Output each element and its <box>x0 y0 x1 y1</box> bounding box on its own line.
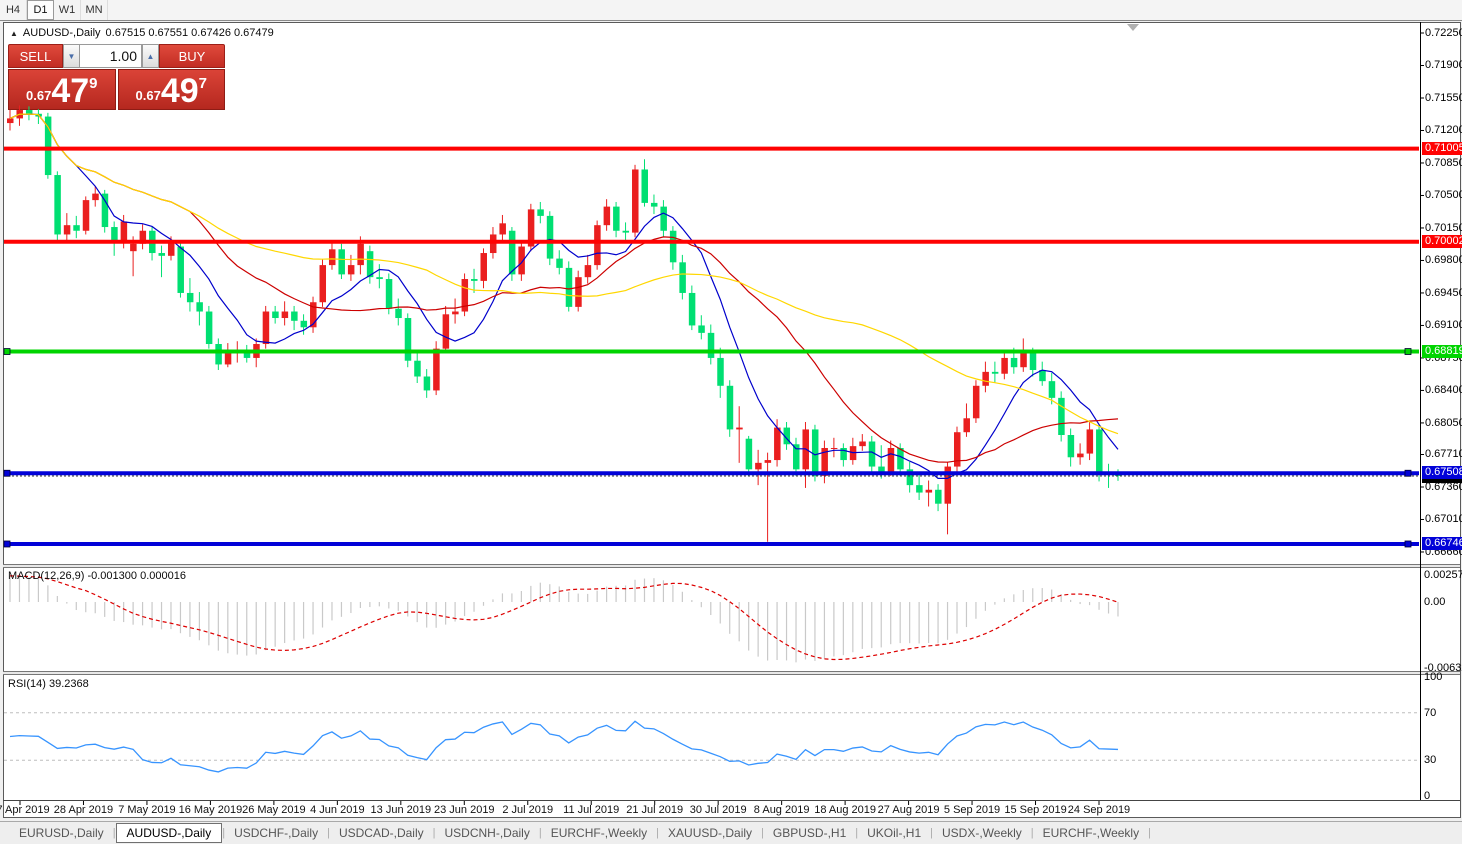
buy-button[interactable]: BUY <box>159 44 225 68</box>
date-axis-label: 24 Sep 2019 <box>1068 804 1130 816</box>
chart-tab-bar: EURUSD-,Daily|AUDUSD-,Daily|USDCHF-,Dail… <box>0 821 1462 844</box>
chart-tab-audusd-daily[interactable]: AUDUSD-,Daily <box>116 823 223 843</box>
price-axis-divider <box>1420 22 1421 800</box>
volume-input[interactable] <box>80 44 142 68</box>
rsi-axis-label: 70 <box>1424 707 1436 719</box>
chart-symbol-label: AUDUSD-,Daily <box>23 27 101 39</box>
price-axis-tick-label: 0.68400 <box>1425 384 1462 396</box>
level-price-label-0.70002: 0.70002 <box>1422 235 1462 248</box>
date-axis-label: 17 Apr 2019 <box>0 804 50 816</box>
date-axis-label: 26 May 2019 <box>242 804 306 816</box>
price-axis-tick-label: 0.71550 <box>1425 92 1462 104</box>
trading-platform-window: H4D1W1MN ▲ AUDUSD-,Daily 0.67515 0.67551… <box>0 0 1462 844</box>
sell-price-pip: 9 <box>89 75 97 92</box>
chart-ohlc-values: 0.67515 0.67551 0.67426 0.67479 <box>106 27 274 39</box>
date-axis-label: 18 Aug 2019 <box>814 804 876 816</box>
chart-tab-eurchf-weekly[interactable]: EURCHF-,Weekly <box>542 824 656 842</box>
price-axis-tick-label: 0.68050 <box>1425 417 1462 429</box>
date-axis-label: 7 May 2019 <box>118 804 175 816</box>
one-click-trade-panel: SELL ▼ ▲ BUY 0.67 47 9 0.67 49 7 <box>8 44 225 110</box>
date-axis-label: 28 Apr 2019 <box>54 804 113 816</box>
macd-axis-label: 0.00 <box>1424 596 1445 608</box>
date-axis-label: 27 Aug 2019 <box>878 804 940 816</box>
level-price-label-0.68819: 0.68819 <box>1422 345 1462 358</box>
date-axis-label: 21 Jul 2019 <box>626 804 683 816</box>
buy-price-prefix: 0.67 <box>136 88 161 103</box>
date-axis-label: 5 Sep 2019 <box>944 804 1000 816</box>
timeframe-button-d1[interactable]: D1 <box>27 0 54 20</box>
date-axis-label: 4 Jun 2019 <box>310 804 364 816</box>
timeframe-toolbar: H4D1W1MN <box>0 0 1462 21</box>
price-axis-tick-label: 0.71900 <box>1425 59 1462 71</box>
rsi-indicator-label: RSI(14) 39.2368 <box>8 678 89 690</box>
date-axis-label: 16 May 2019 <box>179 804 243 816</box>
date-axis-label: 30 Jul 2019 <box>690 804 747 816</box>
chart-tab-usdcnh-daily[interactable]: USDCNH-,Daily <box>436 824 539 842</box>
chart-title: ▲ AUDUSD-,Daily 0.67515 0.67551 0.67426 … <box>10 27 274 39</box>
date-axis-divider <box>3 800 1460 801</box>
level-price-label-0.71005: 0.71005 <box>1422 142 1462 155</box>
price-axis-tick-label: 0.69800 <box>1425 254 1462 266</box>
price-axis-tick-label: 0.69100 <box>1425 319 1462 331</box>
chart-tab-xauusd-daily[interactable]: XAUUSD-,Daily <box>659 824 761 842</box>
spinner-down-icon: ▼ <box>68 52 76 61</box>
sell-price-prefix: 0.67 <box>26 88 51 103</box>
rsi-axis-label: 30 <box>1424 754 1436 766</box>
macd-indicator-label: MACD(12,26,9) -0.001300 0.000016 <box>8 570 186 582</box>
price-axis-tick-label: 0.70500 <box>1425 189 1462 201</box>
timeframe-button-mn[interactable]: MN <box>81 0 108 20</box>
date-axis-label: 2 Jul 2019 <box>502 804 553 816</box>
chart-tab-eurchf-weekly[interactable]: EURCHF-,Weekly <box>1034 824 1148 842</box>
chart-tab-gbpusd-h1[interactable]: GBPUSD-,H1 <box>764 824 855 842</box>
buy-price-big: 49 <box>161 76 199 106</box>
buy-price-pip: 7 <box>199 75 207 92</box>
buy-quote-button[interactable]: 0.67 49 7 <box>118 69 226 110</box>
level-price-label-0.67508: 0.67508 <box>1422 466 1462 479</box>
spinner-up-icon: ▲ <box>147 52 155 61</box>
rsi-axis-label: 0 <box>1424 790 1430 802</box>
price-axis-tick-label: 0.69450 <box>1425 287 1462 299</box>
chart-tab-usdx-weekly[interactable]: USDX-,Weekly <box>933 824 1031 842</box>
date-axis-label: 15 Sep 2019 <box>1004 804 1066 816</box>
chart-tab-eurusd-daily[interactable]: EURUSD-,Daily <box>10 824 113 842</box>
timeframe-button-w1[interactable]: W1 <box>54 0 81 20</box>
chart-tab-ukoil-h1[interactable]: UKOil-,H1 <box>858 824 930 842</box>
price-axis-tick-label: 0.67710 <box>1425 448 1462 460</box>
price-axis-tick-label: 0.70850 <box>1425 157 1462 169</box>
collapse-panel-icon[interactable]: ▲ <box>10 29 18 38</box>
sell-button[interactable]: SELL <box>8 44 63 68</box>
price-axis-tick-label: 0.71200 <box>1425 124 1462 136</box>
tab-separator: | <box>1148 827 1151 839</box>
volume-increase-button[interactable]: ▲ <box>142 44 159 68</box>
price-axis-tick-label: 0.72250 <box>1425 27 1462 39</box>
date-axis-label: 8 Aug 2019 <box>754 804 810 816</box>
date-axis-label: 11 Jul 2019 <box>563 804 619 816</box>
level-price-label-0.66746: 0.66746 <box>1422 537 1462 550</box>
rsi-axis-label: 100 <box>1424 671 1442 683</box>
sell-quote-button[interactable]: 0.67 47 9 <box>8 69 116 110</box>
timeframe-button-h4[interactable]: H4 <box>0 0 27 20</box>
date-axis-label: 23 Jun 2019 <box>434 804 495 816</box>
macd-axis-label: 0.002574 <box>1424 569 1462 581</box>
macd-panel-divider[interactable] <box>3 564 1460 568</box>
chart-shift-marker-icon[interactable] <box>1127 24 1139 31</box>
price-axis-tick-label: 0.67010 <box>1425 513 1462 525</box>
sell-price-big: 47 <box>51 76 89 106</box>
price-axis-tick-label: 0.70150 <box>1425 222 1462 234</box>
volume-decrease-button[interactable]: ▼ <box>63 44 80 68</box>
rsi-panel-divider[interactable] <box>3 671 1460 675</box>
chart-tab-usdchf-daily[interactable]: USDCHF-,Daily <box>225 824 327 842</box>
date-axis-label: 13 Jun 2019 <box>371 804 432 816</box>
chart-tab-usdcad-daily[interactable]: USDCAD-,Daily <box>330 824 433 842</box>
